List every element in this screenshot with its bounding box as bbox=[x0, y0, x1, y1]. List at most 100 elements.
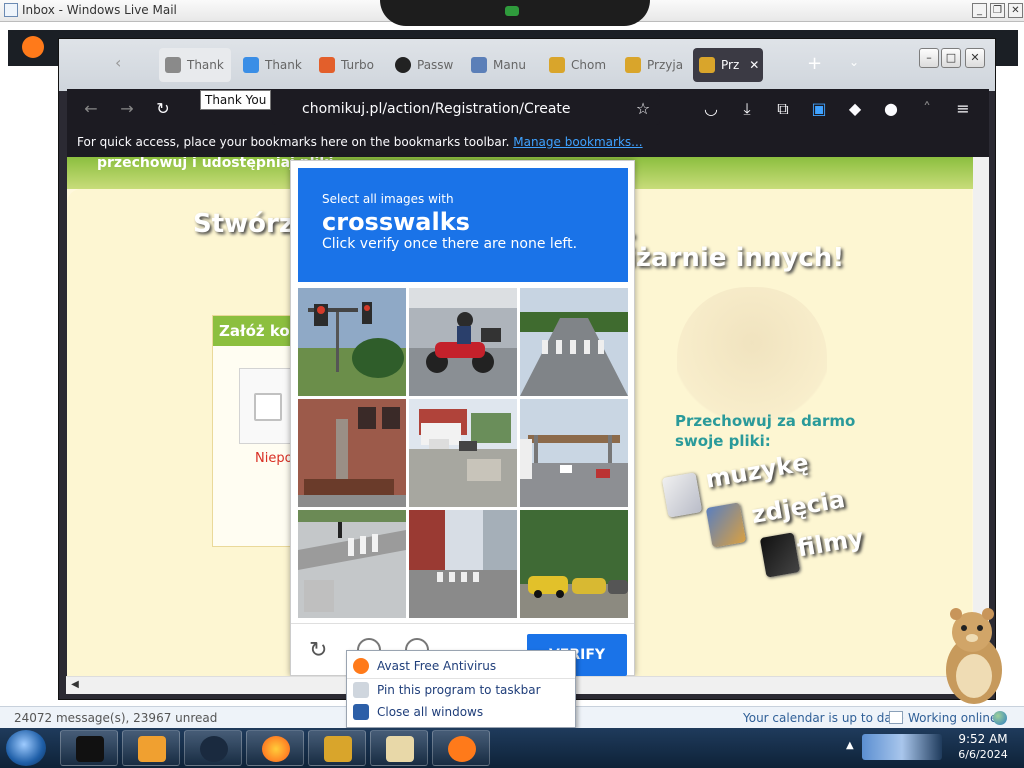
taskbar-app-livemail[interactable] bbox=[370, 730, 428, 766]
captcha-tile-crosswalk-street[interactable] bbox=[409, 510, 517, 618]
instruction-subline: Click verify once there are none left. bbox=[322, 236, 578, 252]
jumplist-label: Close all windows bbox=[377, 705, 484, 719]
addon-cube-icon[interactable]: ◆ bbox=[841, 93, 869, 125]
url-bar[interactable]: chomikuj.pl/action/Registration/Create bbox=[272, 93, 660, 125]
cube-icon bbox=[319, 57, 335, 73]
globe-icon bbox=[200, 736, 228, 762]
chomikbox-icon bbox=[324, 736, 352, 762]
minimize-button[interactable]: – bbox=[919, 48, 939, 68]
menu-icon[interactable]: ≡ bbox=[949, 93, 977, 125]
tab-przyjaciele[interactable]: Przyja bbox=[619, 48, 689, 82]
cube-icon bbox=[165, 57, 181, 73]
close-button[interactable]: ✕ bbox=[965, 48, 985, 68]
download-icon[interactable]: ⤓ bbox=[733, 93, 761, 125]
minimize-button[interactable]: _ bbox=[972, 3, 987, 18]
captcha-tile-parked-cars[interactable] bbox=[520, 510, 628, 618]
jumplist-item-close-all[interactable]: Close all windows bbox=[353, 702, 571, 722]
clock-time[interactable]: 9:52 AM bbox=[950, 732, 1016, 746]
message-count: 24072 message(s), 23967 unread bbox=[14, 711, 218, 725]
avast-icon[interactable] bbox=[22, 36, 44, 58]
calendar-status[interactable]: Your calendar is up to date bbox=[743, 711, 904, 725]
jumplist-label: Avast Free Antivirus bbox=[377, 659, 497, 673]
tab-passwords[interactable]: Passw bbox=[389, 48, 459, 82]
tab-scroll-left-icon[interactable]: ‹ bbox=[115, 53, 121, 72]
extensions-icon[interactable]: ⧉ bbox=[769, 93, 797, 125]
url-text[interactable]: chomikuj.pl/action/Registration/Create bbox=[302, 101, 571, 117]
back-icon[interactable]: ← bbox=[77, 93, 105, 125]
taskbar-app-firefox[interactable] bbox=[246, 730, 304, 766]
captcha-tile-highway-bridge[interactable] bbox=[520, 399, 628, 507]
mail-icon bbox=[386, 736, 414, 762]
tab-tooltip: Thank You bbox=[200, 90, 272, 110]
maximize-button[interactable]: ❐ bbox=[990, 3, 1005, 18]
screenshot-icon[interactable]: ▣ bbox=[805, 93, 833, 125]
chevron-up-icon[interactable]: ˄ bbox=[913, 93, 941, 125]
avast-icon bbox=[353, 658, 369, 674]
divider bbox=[347, 678, 575, 679]
tab-label: Przyja bbox=[647, 58, 684, 72]
reload-icon[interactable]: ↻ bbox=[149, 93, 177, 125]
online-status[interactable]: Working online bbox=[908, 711, 997, 725]
tab-label: Chom bbox=[571, 58, 607, 72]
tab-label: Thank bbox=[265, 58, 302, 72]
bookmark-star-icon[interactable]: ☆ bbox=[629, 93, 657, 125]
close-window-icon bbox=[353, 704, 369, 720]
chomikuj-icon bbox=[625, 57, 641, 73]
captcha-instructions: Select all images with crosswalks Click … bbox=[298, 168, 628, 282]
tab-turbo[interactable]: Turbo bbox=[313, 48, 383, 82]
calendar-icon bbox=[889, 711, 903, 724]
jumplist-label: Pin this program to taskbar bbox=[377, 683, 541, 697]
forward-icon[interactable]: → bbox=[113, 93, 141, 125]
taskbar-app-avast[interactable] bbox=[432, 730, 490, 766]
tab-strip: ‹ Thank Thank Turbo Passw Manu Chom Przy… bbox=[59, 39, 995, 91]
mail-icon bbox=[4, 3, 18, 17]
form-error-text: Niepo bbox=[255, 451, 293, 466]
account-icon[interactable]: ● bbox=[877, 93, 905, 125]
captcha-tile-street-houses[interactable] bbox=[409, 399, 517, 507]
tab-manual[interactable]: Manu bbox=[465, 48, 537, 82]
tab-list-chevron-icon[interactable]: ⌄ bbox=[849, 55, 859, 69]
jumplist-item-pin[interactable]: Pin this program to taskbar bbox=[353, 680, 571, 700]
tray-icons[interactable] bbox=[862, 734, 942, 760]
globe-icon bbox=[993, 711, 1007, 725]
tab-label: Thank bbox=[187, 58, 224, 72]
chomikuj-icon bbox=[549, 57, 565, 73]
tab-chomikuj[interactable]: Chom bbox=[543, 48, 615, 82]
tab-active-registration[interactable]: Prz ✕ bbox=[693, 48, 763, 82]
clock-date[interactable]: 6/6/2024 bbox=[950, 748, 1016, 761]
maximize-button[interactable]: □ bbox=[941, 48, 961, 68]
hamster-watermark bbox=[677, 287, 827, 427]
music-icon bbox=[661, 472, 703, 518]
taskbar: ▲ 9:52 AM 6/6/2024 bbox=[0, 728, 1024, 768]
vertical-scrollbar[interactable]: ▲ bbox=[973, 157, 989, 677]
headline-right: iżarnie innych! bbox=[627, 243, 845, 273]
taskbar-app-media[interactable] bbox=[122, 730, 180, 766]
taskbar-app-chomikbox[interactable] bbox=[308, 730, 366, 766]
tab-thank-you-1[interactable]: Thank bbox=[159, 48, 231, 82]
new-tab-icon[interactable]: + bbox=[807, 53, 822, 74]
scroll-left-icon[interactable]: ◀ bbox=[68, 679, 82, 693]
start-button[interactable] bbox=[6, 730, 46, 766]
tray-expand-icon[interactable]: ▲ bbox=[846, 740, 854, 751]
manage-bookmarks-link[interactable]: Manage bookmarks... bbox=[513, 135, 642, 149]
tab-close-icon[interactable]: ✕ bbox=[749, 58, 759, 72]
recaptcha-challenge: Select all images with crosswalks Click … bbox=[290, 160, 635, 676]
pocket-icon[interactable]: ◡ bbox=[697, 93, 725, 125]
tab-label: Turbo bbox=[341, 58, 375, 72]
recaptcha-checkbox[interactable] bbox=[254, 393, 282, 421]
tab-label: Manu bbox=[493, 58, 526, 72]
terminal-icon bbox=[76, 736, 104, 762]
captcha-image-grid bbox=[298, 288, 628, 618]
captcha-reload-icon[interactable]: ↻ bbox=[309, 638, 335, 664]
captcha-tile-crosswalk-corner[interactable] bbox=[298, 510, 406, 618]
avast-icon bbox=[448, 736, 476, 762]
tab-thank-you-2[interactable]: Thank bbox=[237, 48, 307, 82]
captcha-tile-crosswalk-road[interactable] bbox=[520, 288, 628, 396]
taskbar-app-terminal[interactable] bbox=[60, 730, 118, 766]
captcha-tile-brick-building[interactable] bbox=[298, 399, 406, 507]
captcha-tile-traffic-light[interactable] bbox=[298, 288, 406, 396]
close-button[interactable]: ✕ bbox=[1008, 3, 1023, 18]
captcha-tile-motorcycle[interactable] bbox=[409, 288, 517, 396]
jumplist-item-avast[interactable]: Avast Free Antivirus bbox=[353, 656, 571, 676]
taskbar-app-globe[interactable] bbox=[184, 730, 242, 766]
